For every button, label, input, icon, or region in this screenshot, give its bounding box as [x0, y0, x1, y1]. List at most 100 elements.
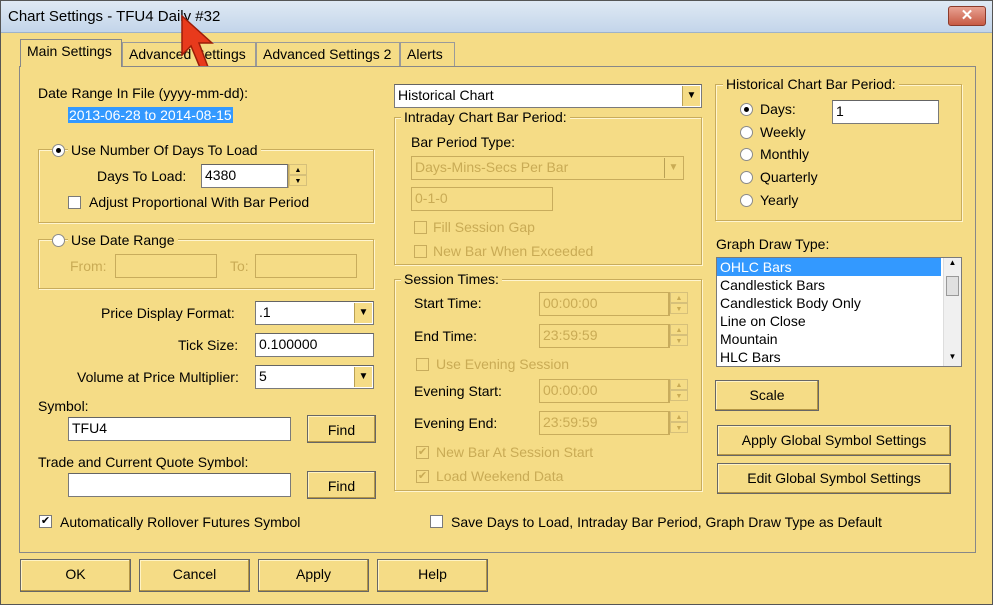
use-days-radio[interactable] [52, 144, 65, 157]
from-label: From: [70, 258, 107, 274]
adjust-proportional-label: Adjust Proportional With Bar Period [89, 194, 310, 210]
evening-end-label: Evening End: [414, 415, 498, 431]
use-days-label: Use Number Of Days To Load [68, 142, 261, 158]
days-to-load-input[interactable]: 4380 [201, 164, 288, 188]
date-range-value[interactable]: 2013-06-28 to 2014-08-15 [68, 107, 233, 123]
evening-session-label: Use Evening Session [436, 356, 570, 372]
evening-start-input: 00:00:00 [539, 379, 669, 403]
date-range-label: Date Range In File (yyyy-mm-dd): [38, 85, 249, 101]
scroll-thumb[interactable] [946, 276, 959, 296]
graph-draw-type-list[interactable]: OHLC Bars Candlestick Bars Candlestick B… [716, 257, 962, 367]
adjust-proportional-checkbox[interactable] [68, 196, 81, 209]
new-bar-exceeded-label: New Bar When Exceeded [433, 243, 594, 259]
volume-multiplier-select[interactable]: 5 ▼ [255, 365, 374, 389]
start-time-input: 00:00:00 [539, 292, 669, 316]
evening-start-stepper: ▲ ▼ [669, 379, 688, 403]
edit-global-settings-button[interactable]: Edit Global Symbol Settings [717, 463, 951, 494]
find-symbol-button[interactable]: Find [307, 415, 376, 443]
scale-button[interactable]: Scale [715, 380, 819, 411]
fill-session-gap-checkbox [414, 221, 427, 234]
chart-type-value: Historical Chart [398, 87, 494, 103]
end-time-label: End Time: [414, 328, 478, 344]
list-item[interactable]: Mountain [717, 330, 941, 348]
apply-button[interactable]: Apply [258, 559, 369, 592]
end-time-input: 23:59:59 [539, 324, 669, 348]
list-item[interactable]: Line on Close [717, 312, 941, 330]
new-bar-exceeded-checkbox [414, 245, 427, 258]
start-time-label: Start Time: [414, 295, 482, 311]
start-time-stepper: ▲ ▼ [669, 292, 688, 316]
apply-global-settings-button[interactable]: Apply Global Symbol Settings [717, 425, 951, 456]
chevron-down-icon[interactable]: ▼ [354, 303, 372, 323]
tab-main-settings[interactable]: Main Settings [20, 39, 122, 67]
trade-symbol-input[interactable] [68, 473, 291, 497]
end-time-stepper: ▲ ▼ [669, 324, 688, 348]
help-button[interactable]: Help [377, 559, 488, 592]
load-weekend-checkbox: ✔ [416, 470, 429, 483]
price-format-select[interactable]: .1 ▼ [255, 301, 374, 325]
load-weekend-label: Load Weekend Data [436, 468, 564, 484]
list-item[interactable]: Candlestick Body Only [717, 294, 941, 312]
list-item[interactable]: OHLC Bars [717, 258, 941, 276]
mouse-cursor-icon [181, 15, 214, 71]
chart-settings-dialog: Chart Settings - TFU4 Daily #32 ✕ Main S… [0, 0, 993, 605]
days-to-load-label: Days To Load: [97, 168, 187, 184]
yearly-radio[interactable] [740, 194, 753, 207]
auto-rollover-checkbox[interactable]: ✔ [39, 515, 52, 528]
trade-symbol-label: Trade and Current Quote Symbol: [38, 454, 249, 470]
chart-type-select[interactable]: Historical Chart ▼ [394, 84, 702, 108]
price-format-label: Price Display Format: [101, 305, 235, 321]
new-bar-session-start-label: New Bar At Session Start [436, 444, 594, 460]
tick-size-input[interactable]: 0.100000 [255, 333, 374, 357]
bar-period-type-select: Days-Mins-Secs Per Bar ▼ [411, 156, 684, 180]
scroll-up-icon[interactable]: ▲ [944, 258, 961, 272]
session-times-label: Session Times: [401, 271, 502, 287]
graph-draw-type-label: Graph Draw Type: [716, 236, 830, 252]
symbol-label: Symbol: [38, 398, 89, 414]
weekly-radio[interactable] [740, 126, 753, 139]
list-item[interactable]: Candlestick Bars [717, 276, 941, 294]
days-period-input[interactable]: 1 [832, 100, 939, 124]
quarterly-radio[interactable] [740, 171, 753, 184]
save-default-label: Save Days to Load, Intraday Bar Period, … [451, 514, 882, 530]
list-scrollbar[interactable]: ▲ ▼ [943, 258, 961, 366]
chevron-down-icon: ▼ [664, 158, 682, 178]
auto-rollover-label: Automatically Rollover Futures Symbol [60, 514, 301, 530]
ok-button[interactable]: OK [20, 559, 131, 592]
symbol-input[interactable]: TFU4 [68, 417, 291, 441]
yearly-option-label: Yearly [760, 192, 799, 208]
tick-size-label: Tick Size: [178, 337, 239, 353]
use-date-range-radio[interactable] [52, 234, 65, 247]
new-bar-session-start-checkbox: ✔ [416, 446, 429, 459]
evening-session-checkbox [416, 358, 429, 371]
chevron-down-icon[interactable]: ▼ [682, 86, 700, 106]
close-button[interactable]: ✕ [948, 6, 986, 26]
bar-period-type-label: Bar Period Type: [411, 134, 516, 150]
from-date-input [115, 254, 217, 278]
chevron-down-icon[interactable]: ▼ [354, 367, 372, 387]
tab-advanced-settings-2[interactable]: Advanced Settings 2 [256, 42, 400, 66]
scroll-down-icon[interactable]: ▼ [944, 352, 961, 366]
find-trade-symbol-button[interactable]: Find [307, 471, 376, 499]
tab-alerts[interactable]: Alerts [400, 42, 455, 66]
evening-end-stepper: ▲ ▼ [669, 411, 688, 435]
quarterly-option-label: Quarterly [760, 169, 818, 185]
fill-session-gap-label: Fill Session Gap [433, 219, 535, 235]
cancel-button[interactable]: Cancel [139, 559, 250, 592]
save-default-checkbox[interactable] [430, 515, 443, 528]
days-radio[interactable] [740, 103, 753, 116]
list-item[interactable]: HLC Bars [717, 348, 941, 366]
to-label: To: [230, 258, 249, 274]
title-bar: Chart Settings - TFU4 Daily #32 ✕ [1, 1, 992, 33]
to-date-input [255, 254, 357, 278]
monthly-radio[interactable] [740, 148, 753, 161]
historical-period-label: Historical Chart Bar Period: [723, 76, 899, 92]
price-format-value: .1 [259, 304, 271, 320]
volume-multiplier-value: 5 [259, 368, 267, 384]
bar-period-value-input: 0-1-0 [411, 187, 553, 211]
days-to-load-stepper[interactable]: ▲ ▼ [288, 164, 307, 188]
weekly-option-label: Weekly [760, 124, 806, 140]
volume-multiplier-label: Volume at Price Multiplier: [77, 369, 239, 385]
use-date-range-label: Use Date Range [68, 232, 178, 248]
evening-end-input: 23:59:59 [539, 411, 669, 435]
